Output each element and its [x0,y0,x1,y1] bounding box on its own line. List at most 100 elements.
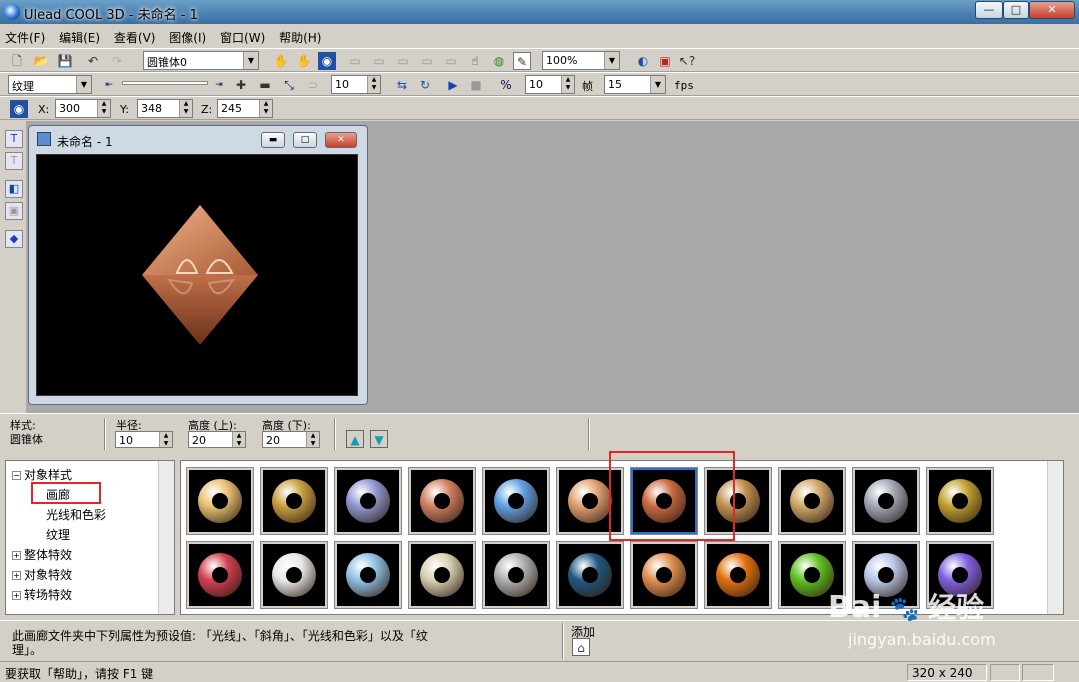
expand-icon[interactable]: + [12,551,21,560]
zoom-select[interactable]: 100% ▼ [542,51,620,70]
hand-pointer-icon[interactable]: ☝ [466,52,484,70]
menu-file[interactable]: 文件(F) [0,27,50,48]
timeline-slider[interactable] [122,81,208,85]
doc-minimize-button[interactable]: ▬ [261,132,285,148]
edit-object-icon[interactable]: ▣ [5,202,23,220]
expand-icon[interactable]: + [12,571,21,580]
gallery-thumbnail[interactable] [778,467,846,535]
z-label: Z: [201,103,213,116]
menu-edit[interactable]: 编辑(E) [54,27,105,48]
close-button[interactable]: ✕ [1029,1,1075,19]
insert-shape-icon[interactable]: ◆ [5,230,23,248]
hand-move-icon[interactable]: ✋ [272,52,290,70]
cone-down-icon[interactable]: ▼ [370,430,388,448]
keyframe-first-icon[interactable]: ⇤ [100,76,118,94]
frame-number-input[interactable]: 10 ▲ ▼ [331,75,381,94]
open-folder-icon[interactable]: 📂 [32,52,50,70]
keyframe-last-icon[interactable]: ⇥ [210,76,228,94]
collapse-icon[interactable]: − [12,471,21,480]
image-tool-icon[interactable]: ▣ [656,52,674,70]
insert-geometry-icon[interactable]: ◧ [5,180,23,198]
gallery-thumbnail[interactable] [556,541,624,609]
add-keyframe-icon[interactable]: ✚ [232,76,250,94]
cycle-icon[interactable]: ↻ [416,76,434,94]
menu-window[interactable]: 窗口(W) [215,27,270,48]
menu-help[interactable]: 帮助(H) [274,27,326,48]
gallery-thumbnail[interactable] [482,467,550,535]
save-icon[interactable]: 💾 [56,52,74,70]
gallery-thumbnail[interactable] [704,541,772,609]
gallery-thumbnail[interactable] [408,467,476,535]
fps-select[interactable]: 15 ▼ [604,75,666,94]
maximize-button[interactable]: □ [1003,1,1029,19]
new-file-icon[interactable]: 🗋 [8,52,26,70]
gallery-thumbnail[interactable] [852,467,920,535]
layer-icon-1[interactable]: ▭ [346,52,364,70]
cone-up-icon[interactable]: ▲ [346,430,364,448]
help-pointer-icon[interactable]: ↖? [678,52,696,70]
tree-node-light-color[interactable]: 光线和色彩 [46,506,106,523]
edit-text-icon[interactable]: T [5,152,23,170]
tree-node-object-style[interactable]: − 对象样式 [12,466,72,483]
expand-icon[interactable]: + [12,591,21,600]
gallery-thumbnail[interactable] [482,541,550,609]
x-input[interactable]: 300 ▲ ▼ [55,99,111,118]
tree-scrollbar[interactable] [158,461,174,614]
hand-rotate-icon[interactable]: ✋ [295,52,313,70]
x-label: X: [38,103,50,116]
layer-icon-4[interactable]: ▭ [418,52,436,70]
radius-input[interactable]: 10 ▲ ▼ [115,431,173,448]
gallery-thumbnail[interactable] [186,467,254,535]
height-top-input[interactable]: 20 ▲ ▼ [188,431,246,448]
height-bottom-input[interactable]: 20 ▲ ▼ [262,431,320,448]
preview-canvas[interactable] [36,154,358,396]
tree-node-transition-effects[interactable]: + 转场特效 [12,586,72,603]
document-title: 未命名 - 1 [57,135,113,149]
attribute-select[interactable]: 纹理 ▼ [8,75,92,94]
gallery-thumbnail[interactable] [334,541,402,609]
play-icon[interactable]: ▶ [444,76,462,94]
paint-object-icon[interactable]: ◐ [634,52,652,70]
add-to-gallery-icon[interactable]: ⌂ [572,638,590,656]
remove-keyframe-icon[interactable]: ▬ [256,76,274,94]
doc-maximize-button[interactable]: □ [293,132,317,148]
gallery-thumbnail[interactable] [408,541,476,609]
color-edit-icon[interactable]: ✎ [513,52,531,70]
reverse-icon[interactable]: ⤡ [280,76,298,94]
gallery-thumbnail[interactable] [186,541,254,609]
tree-node-object-effects[interactable]: + 对象特效 [12,566,72,583]
redo-icon[interactable]: ↷ [108,52,126,70]
tree-node-global-effects[interactable]: + 整体特效 [12,546,72,563]
layer-icon-3[interactable]: ▭ [394,52,412,70]
z-input[interactable]: 245 ▲ ▼ [217,99,273,118]
gallery-thumbnail[interactable] [260,541,328,609]
gallery-thumbnail[interactable] [630,541,698,609]
resize-icon[interactable]: ◉ [318,52,336,70]
object-select[interactable]: 圆锥体0 ▼ [143,51,259,70]
insert-text-icon[interactable]: T [5,130,23,148]
y-input[interactable]: 348 ▲ ▼ [137,99,193,118]
loop-icon[interactable]: ⊃ [304,76,322,94]
minimize-button[interactable]: — [975,1,1003,19]
menu-view[interactable]: 查看(V) [109,27,161,48]
tree-node-texture[interactable]: 纹理 [46,526,70,543]
frame-percent-icon[interactable]: % [497,76,515,94]
description-line-2: 理」。 [12,643,43,657]
globe-icon[interactable]: ◍ [490,52,508,70]
stop-icon[interactable]: ■ [467,76,485,94]
position-mode-icon[interactable]: ◉ [10,100,28,118]
cone-object[interactable] [37,155,357,395]
gallery-thumbnail[interactable] [260,467,328,535]
doc-close-button[interactable]: ✕ [325,132,357,148]
undo-icon[interactable]: ↶ [84,52,102,70]
gallery-thumbnail[interactable] [926,467,994,535]
layer-icon-5[interactable]: ▭ [442,52,460,70]
gallery-thumbnail[interactable] [334,467,402,535]
chevron-down-icon: ▼ [650,76,665,93]
animation-toolbar: 纹理 ▼ ⇤ ⇥ ✚ ▬ ⤡ ⊃ 10 ▲ ▼ ⇆ ↻ ▶ ■ % 10 ▲ ▼ 帧 15… [0,72,1079,96]
repeat-icon[interactable]: ⇆ [393,76,411,94]
step-input[interactable]: 10 ▲ ▼ [525,75,575,94]
menu-image[interactable]: 图像(I) [164,27,211,48]
layer-icon-2[interactable]: ▭ [370,52,388,70]
gallery-scrollbar[interactable] [1047,461,1063,614]
